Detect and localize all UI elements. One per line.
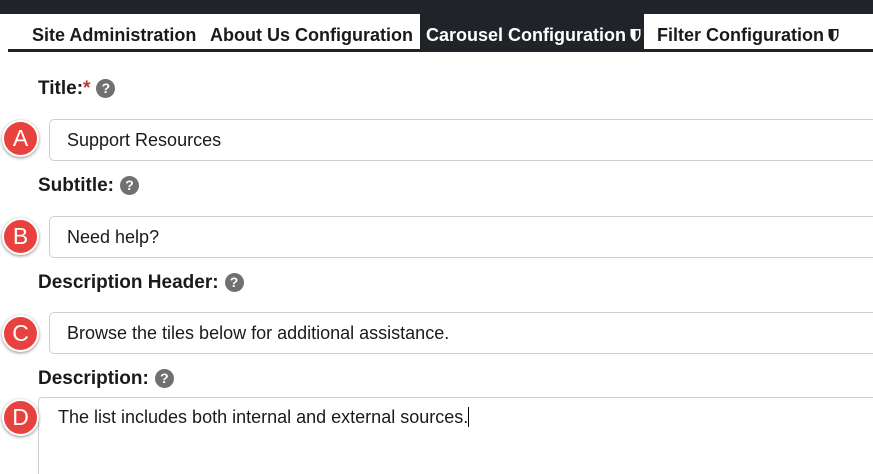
tab-site-administration[interactable]: Site Administration	[32, 14, 196, 49]
shield-icon	[630, 29, 641, 42]
title-label: Title:*?	[38, 78, 116, 100]
annotation-badge-a: A	[2, 120, 39, 157]
description-label: Description:?	[38, 368, 174, 390]
annotation-badge-c: C	[2, 315, 39, 352]
annotation-badge-d: D	[2, 399, 39, 436]
description-header-label: Description Header:?	[38, 272, 244, 294]
subtitle-label: Subtitle:?	[38, 175, 139, 197]
tab-filter-configuration[interactable]: Filter Configuration	[657, 14, 839, 49]
help-icon[interactable]: ?	[120, 176, 139, 195]
description-text: The list includes both internal and exte…	[58, 407, 469, 427]
shield-icon	[828, 29, 839, 42]
title-input[interactable]: Support Resources	[49, 119, 873, 161]
tab-label: About Us Configuration	[210, 25, 413, 45]
description-textarea[interactable]: The list includes both internal and exte…	[38, 397, 873, 474]
tab-label: Carousel Configuration	[426, 25, 627, 45]
text-cursor	[468, 407, 470, 427]
tab-label: Site Administration	[32, 25, 197, 45]
tab-about-us-configuration[interactable]: About Us Configuration	[210, 14, 413, 49]
required-marker: *	[83, 78, 91, 99]
top-bar	[0, 0, 873, 14]
annotation-badge-b: B	[2, 218, 39, 255]
help-icon[interactable]: ?	[154, 369, 174, 388]
description-header-input[interactable]: Browse the tiles below for additional as…	[49, 312, 873, 354]
tab-carousel-configuration[interactable]: Carousel Configuration	[420, 14, 644, 49]
tab-bar: Site Administration About Us Configurati…	[8, 14, 873, 52]
subtitle-input[interactable]: Need help?	[49, 216, 873, 258]
tab-label: Filter Configuration	[657, 25, 824, 45]
help-icon[interactable]: ?	[96, 79, 116, 98]
help-icon[interactable]: ?	[224, 273, 244, 292]
